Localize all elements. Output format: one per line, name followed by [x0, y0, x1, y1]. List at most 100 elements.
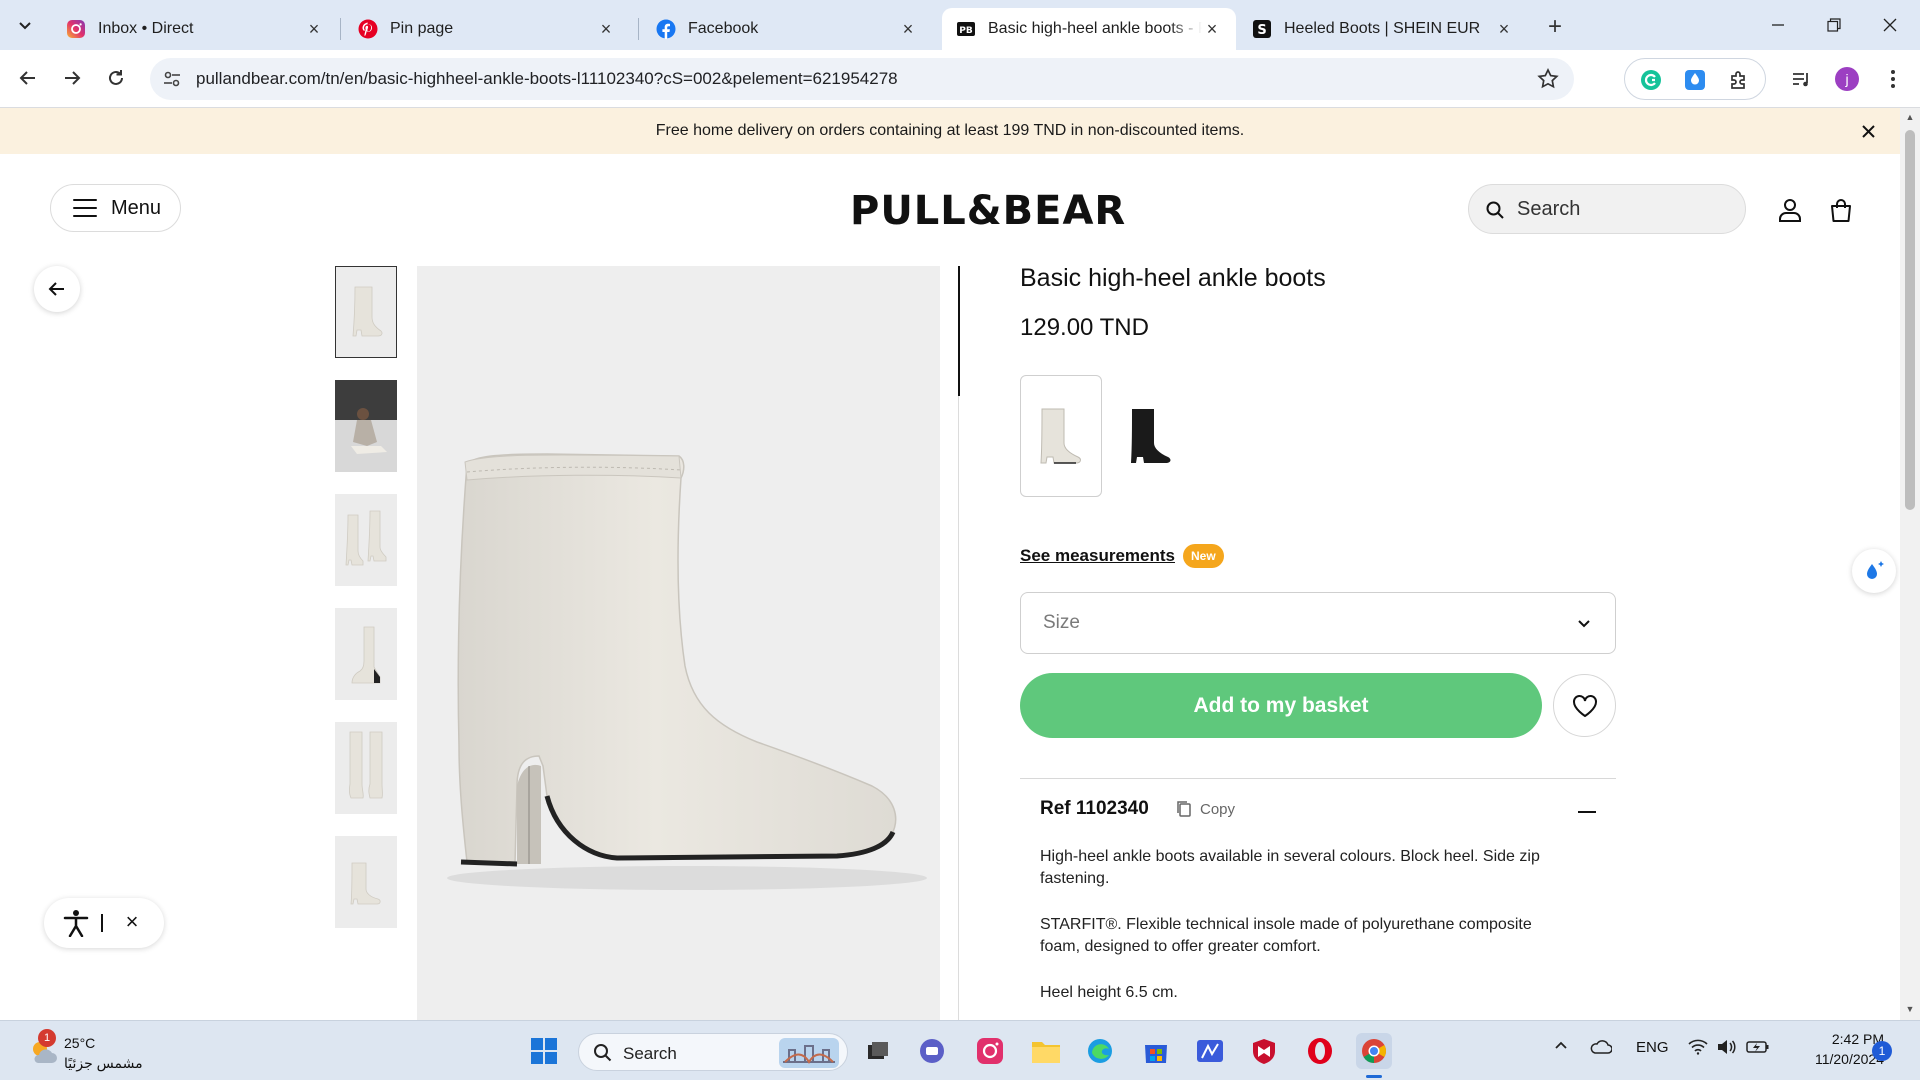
hamburger-icon — [73, 199, 97, 217]
mcafee-icon[interactable] — [1246, 1033, 1282, 1069]
close-accessibility-widget-icon[interactable]: × — [120, 909, 144, 934]
wifi-icon[interactable] — [1688, 1039, 1708, 1059]
close-tab-icon[interactable]: × — [898, 19, 918, 39]
product-main-image[interactable] — [417, 266, 940, 1020]
accessibility-person-icon[interactable] — [62, 909, 90, 937]
edge-browser-icon[interactable] — [1082, 1033, 1118, 1069]
chevron-down-icon — [19, 22, 31, 30]
product-title: Basic high-heel ankle boots — [1020, 264, 1326, 292]
file-explorer-icon[interactable] — [1028, 1033, 1064, 1069]
see-measurements-link[interactable]: See measurements — [1020, 546, 1175, 566]
thumbnail-1[interactable] — [335, 266, 397, 358]
boot-front-image — [348, 731, 383, 799]
collapse-details-icon[interactable] — [1578, 811, 1596, 813]
microsoft-store-icon[interactable] — [1138, 1033, 1174, 1069]
battery-icon[interactable] — [1746, 1039, 1770, 1059]
reload-icon — [109, 70, 123, 85]
windows-taskbar: 1 25°C مشمس جزئيًا Search ENG 2:42 PM 11… — [0, 1020, 1920, 1080]
menu-button[interactable]: Menu — [50, 184, 181, 232]
show-hidden-icons[interactable] — [1554, 1039, 1568, 1057]
browser-menu-button[interactable] — [1878, 64, 1908, 94]
chrome-icon[interactable] — [1356, 1033, 1392, 1069]
opera-icon[interactable] — [1302, 1033, 1338, 1069]
boot-thumbnail-image — [352, 286, 383, 337]
size-select[interactable]: Size — [1020, 592, 1616, 654]
forward-button[interactable] — [54, 60, 90, 96]
language-indicator[interactable]: ENG — [1636, 1039, 1669, 1056]
pullbear-icon: PB — [956, 19, 976, 39]
volume-icon[interactable] — [1716, 1039, 1736, 1059]
menu-label: Menu — [111, 196, 162, 219]
media-controls-icon[interactable] — [1786, 64, 1816, 94]
search-input[interactable] — [1517, 195, 1727, 223]
bookmark-star-icon[interactable] — [1536, 67, 1560, 91]
page-scrollbar[interactable]: ▲ ▼ — [1900, 108, 1920, 1020]
reload-button[interactable] — [98, 60, 134, 96]
back-button[interactable] — [10, 60, 46, 96]
puzzle-extensions-icon[interactable] — [1727, 68, 1751, 92]
product-description-1: High-heel ankle boots available in sever… — [1040, 848, 1540, 887]
taskbar-search-label: Search — [623, 1044, 677, 1063]
weather-widget[interactable]: 1 25°C مشمس جزئيًا — [24, 1029, 164, 1075]
address-bar[interactable]: pullandbear.com/tn/en/basic-highheel-ank… — [150, 58, 1574, 100]
chevron-up-icon — [1555, 1041, 1567, 1049]
restore-button[interactable] — [1806, 0, 1862, 50]
new-tab-button[interactable]: + — [1540, 12, 1570, 42]
wishlist-button[interactable] — [1553, 674, 1616, 737]
close-tab-icon[interactable]: × — [304, 19, 324, 39]
scroll-up-arrow-icon[interactable]: ▲ — [1905, 112, 1915, 122]
add-to-basket-button[interactable]: Add to my basket — [1020, 673, 1542, 738]
thumbnail-2[interactable] — [335, 380, 397, 472]
teams-chat-icon[interactable] — [914, 1033, 950, 1069]
taskbar-search[interactable]: Search — [578, 1033, 848, 1071]
heart-icon — [1572, 694, 1597, 717]
start-button[interactable] — [526, 1033, 562, 1069]
pen-app-icon[interactable] — [1192, 1033, 1228, 1069]
tab-title: Heeled Boots | SHEIN EUR — [1284, 20, 1481, 37]
tab-separator — [638, 18, 639, 40]
ecru-boot-swatch-image — [1040, 408, 1081, 464]
tab-instagram[interactable]: Inbox • Direct × — [52, 8, 338, 50]
task-view-icon[interactable] — [860, 1033, 896, 1069]
thumbnail-6[interactable] — [335, 836, 397, 928]
close-window-button[interactable] — [1862, 0, 1918, 50]
user-account-icon[interactable] — [1776, 196, 1804, 224]
search-highlight-bridge-icon — [779, 1038, 839, 1068]
tab-facebook[interactable]: Facebook × — [642, 8, 932, 50]
profile-avatar[interactable]: j — [1832, 64, 1862, 94]
search-box[interactable] — [1468, 184, 1746, 234]
site-settings-icon[interactable] — [162, 69, 182, 89]
brand-logo[interactable]: PULL&BEAR — [850, 188, 1125, 234]
color-swatch-ecru[interactable] — [1020, 375, 1102, 497]
tab-pullbear-active[interactable]: PB Basic high-heel ankle boots - PULL&BE… — [942, 8, 1236, 50]
thumbnail-3[interactable] — [335, 494, 397, 586]
assistant-fab[interactable] — [1852, 549, 1896, 593]
thumbnail-5[interactable] — [335, 722, 397, 814]
product-description-2: STARFIT®. Flexible technical insole made… — [1040, 916, 1532, 955]
system-clock[interactable]: 2:42 PM 11/20/2024 — [1784, 1029, 1884, 1069]
close-tab-icon[interactable]: × — [1202, 19, 1222, 39]
notification-count-badge[interactable]: 1 — [1872, 1041, 1892, 1061]
instagram-icon — [66, 19, 86, 39]
copy-ref-button[interactable]: Copy — [1176, 800, 1235, 818]
tab-title: Facebook — [688, 20, 759, 37]
promo-close-button[interactable] — [1857, 120, 1879, 142]
tab-shein[interactable]: S Heeled Boots | SHEIN EUR × — [1238, 8, 1528, 50]
thumbnail-4[interactable] — [335, 608, 397, 700]
scroll-down-arrow-icon[interactable]: ▼ — [1905, 1004, 1915, 1014]
minimize-button[interactable] — [1750, 0, 1806, 50]
close-tab-icon[interactable]: × — [1494, 19, 1514, 39]
color-swatch-black[interactable] — [1110, 375, 1192, 497]
onedrive-icon[interactable] — [1590, 1039, 1613, 1059]
tab-pinterest[interactable]: Pin page × — [344, 8, 630, 50]
tab-search-button[interactable] — [8, 8, 42, 42]
scrollbar-thumb[interactable] — [1905, 130, 1915, 510]
shopping-bag-icon[interactable] — [1827, 196, 1855, 224]
close-tab-icon[interactable]: × — [596, 19, 616, 39]
product-description-3: Heel height 6.5 cm. — [1040, 984, 1178, 1001]
search-icon — [1486, 201, 1504, 219]
water-drop-extension-icon[interactable] — [1683, 68, 1707, 92]
grammar-extension-icon[interactable] — [1639, 68, 1663, 92]
back-to-list-button[interactable] — [34, 266, 80, 312]
instagram-taskbar-icon[interactable] — [972, 1033, 1008, 1069]
